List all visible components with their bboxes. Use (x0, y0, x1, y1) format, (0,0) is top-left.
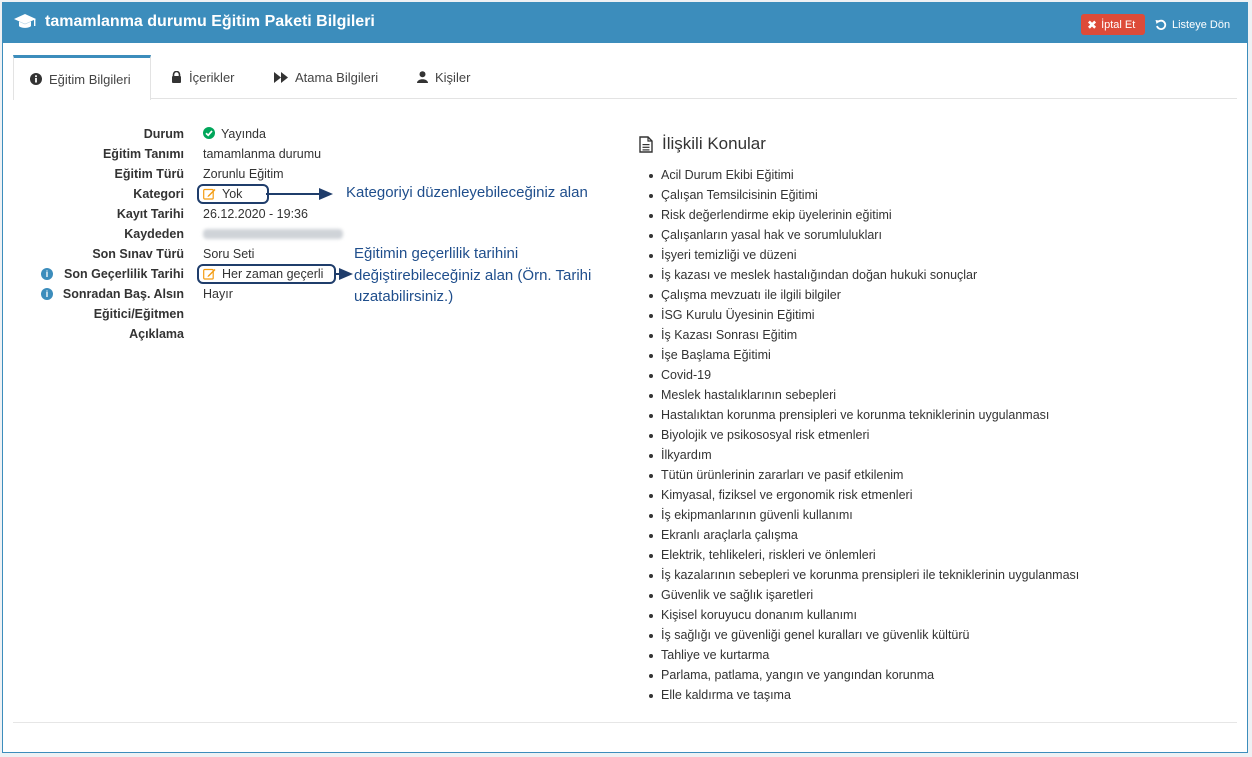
list-item: Çalışanların yasal hak ve sorumlulukları (639, 225, 1079, 245)
detail-value: Hayır (203, 287, 233, 301)
list-item: İlkyardım (639, 445, 1079, 465)
list-item: Çalışma mevzuatı ile ilgili bilgiler (639, 285, 1079, 305)
edit-icon (203, 188, 216, 200)
redacted-value (203, 229, 343, 239)
list-item: Çalışan Temsilcisinin Eğitimi (639, 185, 1079, 205)
kategori-annotation: Kategoriyi düzenleyebileceğiniz alan (346, 184, 588, 201)
detail-label: Son Geçerlilik Tarihi (64, 267, 184, 281)
detail-row-tur: Eğitim Türü Zorunlu Eğitim (3, 164, 363, 184)
list-item: Tahliye ve kurtarma (639, 645, 1079, 665)
detail-value: tamamlanma durumu (203, 147, 322, 161)
validity-edit-link[interactable]: Her zaman geçerli (197, 264, 336, 284)
panel-header: tamamlanma durumu Eğitim Paketi Bilgiler… (3, 3, 1247, 43)
close-icon: ✖ (1087, 17, 1098, 32)
gecerlilik-annotation-line2: değiştirebileceğiniz alan (Örn. Tarihi (354, 267, 592, 284)
status-text: Yayında (221, 127, 266, 141)
detail-label: Kategori (133, 187, 184, 201)
status-value: Yayında (203, 124, 266, 144)
detail-value: Zorunlu Eğitim (203, 167, 284, 181)
tab-bar: Eğitim Bilgileri İçerikler Atama Bilgile… (13, 55, 1237, 100)
tab-label: Kişiler (435, 69, 471, 85)
back-to-list-button[interactable]: Listeye Dön (1155, 15, 1230, 35)
list-item: Biyolojik ve psikososyal risk etmenleri (639, 425, 1079, 445)
tab-label: Atama Bilgileri (295, 69, 379, 85)
detail-row-sinav: Son Sınav Türü Soru Seti (3, 244, 363, 264)
detail-label: Eğitim Türü (114, 167, 184, 181)
user-icon (417, 71, 428, 83)
list-item: İSG Kurulu Üyesinin Eğitimi (639, 305, 1079, 325)
tab-kisiler[interactable]: Kişiler (401, 55, 486, 99)
tab-icerikler[interactable]: İçerikler (155, 55, 251, 99)
graduation-cap-icon (14, 14, 36, 28)
category-value: Yok (222, 187, 243, 201)
list-item: Covid-19 (639, 365, 1079, 385)
validity-value: Her zaman geçerli (222, 267, 324, 281)
tab-atama-bilgileri[interactable]: Atama Bilgileri (258, 55, 394, 99)
list-item: İş sağlığı ve güvenliği genel kuralları … (639, 625, 1079, 645)
gecerlilik-annotation-line3: uzatabilirsiniz.) (354, 288, 454, 305)
cancel-button-label: İptal Et (1101, 18, 1136, 31)
detail-row-gecerlilik: i Son Geçerlilik Tarihi Her zaman geçerl… (3, 264, 363, 284)
list-item: Güvenlik ve sağlık işaretleri (639, 585, 1079, 605)
detail-value: Soru Seti (203, 247, 255, 261)
list-item: İşe Başlama Eğitimi (639, 345, 1079, 365)
list-item: Elle kaldırma ve taşıma (639, 685, 1079, 705)
category-edit-link[interactable]: Yok (197, 184, 269, 204)
list-item: Tütün ürünlerinin zararları ve pasif etk… (639, 465, 1079, 485)
list-item: Acil Durum Ekibi Eğitimi (639, 165, 1079, 185)
list-item: Kimyasal, fiziksel ve ergonomik risk etm… (639, 485, 1079, 505)
detail-label: Durum (143, 127, 184, 141)
list-item: Elektrik, tehlikeleri, riskleri ve önlem… (639, 545, 1079, 565)
detail-row-tanim: Eğitim Tanımı tamamlanma durumu (3, 144, 363, 164)
list-item: Parlama, patlama, yangın ve yangından ko… (639, 665, 1079, 685)
list-item: İş ekipmanlarının güvenli kullanımı (639, 505, 1079, 525)
list-item: İş kazası ve meslek hastalığından doğan … (639, 265, 1079, 285)
list-item: İş kazalarının sebepleri ve korunma pren… (639, 565, 1079, 585)
lock-icon (172, 71, 181, 83)
detail-row-aciklama: Açıklama (3, 324, 363, 344)
detail-row-egitici: Eğitici/Eğitmen (3, 304, 363, 324)
list-item: İş Kazası Sonrası Eğitim (639, 325, 1079, 345)
related-topics-heading: İlişkili Konular (639, 134, 766, 154)
list-item: Ekranlı araçlarla çalışma (639, 525, 1079, 545)
cancel-button[interactable]: ✖ İptal Et (1081, 14, 1145, 35)
detail-value: 26.12.2020 - 19:36 (203, 207, 308, 221)
tab-egitim-bilgileri[interactable]: Eğitim Bilgileri (13, 55, 151, 100)
edit-icon (203, 268, 216, 280)
related-topics-title: İlişkili Konular (662, 134, 766, 153)
related-topics-list: Acil Durum Ekibi Eğitimi Çalışan Temsilci… (639, 165, 1079, 705)
footer-divider (13, 722, 1237, 723)
detail-row-kategori: Kategori Yok (3, 184, 363, 204)
detail-label: Kayıt Tarihi (116, 207, 184, 221)
list-item: Meslek hastalıklarının sebepleri (639, 385, 1079, 405)
list-item: İşyeri temizliği ve düzeni (639, 245, 1079, 265)
detail-label: Eğitim Tanımı (102, 147, 184, 161)
list-item: Kişisel koruyucu donanım kullanımı (639, 605, 1079, 625)
detail-row-kaydeden: Kaydeden (3, 224, 363, 244)
detail-label: Eğitici/Eğitmen (93, 307, 184, 321)
training-package-panel: tamamlanma durumu Eğitim Paketi Bilgiler… (2, 2, 1248, 753)
detail-row-kayit: Kayıt Tarihi 26.12.2020 - 19:36 (3, 204, 363, 224)
back-button-label: Listeye Dön (1172, 19, 1231, 31)
tab-label: Eğitim Bilgileri (49, 71, 131, 87)
fast-forward-icon (274, 71, 288, 83)
file-text-icon (639, 135, 653, 153)
info-circle-icon (30, 73, 42, 85)
detail-label: Sonradan Baş. Alsın (62, 287, 184, 301)
detail-label: Açıklama (129, 327, 184, 341)
detail-row-sonradan: i Sonradan Baş. Alsın Hayır (3, 284, 363, 304)
list-item: Hastalıktan korunma prensipleri ve korun… (639, 405, 1079, 425)
tab-label: İçerikler (189, 69, 235, 85)
gecerlilik-annotation-line1: Eğitimin geçerlilik tarihini (354, 245, 519, 262)
detail-row-durum: Durum Yayında (3, 124, 363, 144)
detail-label: Kaydeden (124, 227, 184, 241)
check-circle-icon (203, 127, 215, 139)
undo-icon (1155, 19, 1167, 30)
page-title: tamamlanma durumu Eğitim Paketi Bilgiler… (45, 13, 375, 30)
detail-label: Son Sınav Türü (92, 247, 184, 261)
list-item: Risk değerlendirme ekip üyelerinin eğiti… (639, 205, 1079, 225)
